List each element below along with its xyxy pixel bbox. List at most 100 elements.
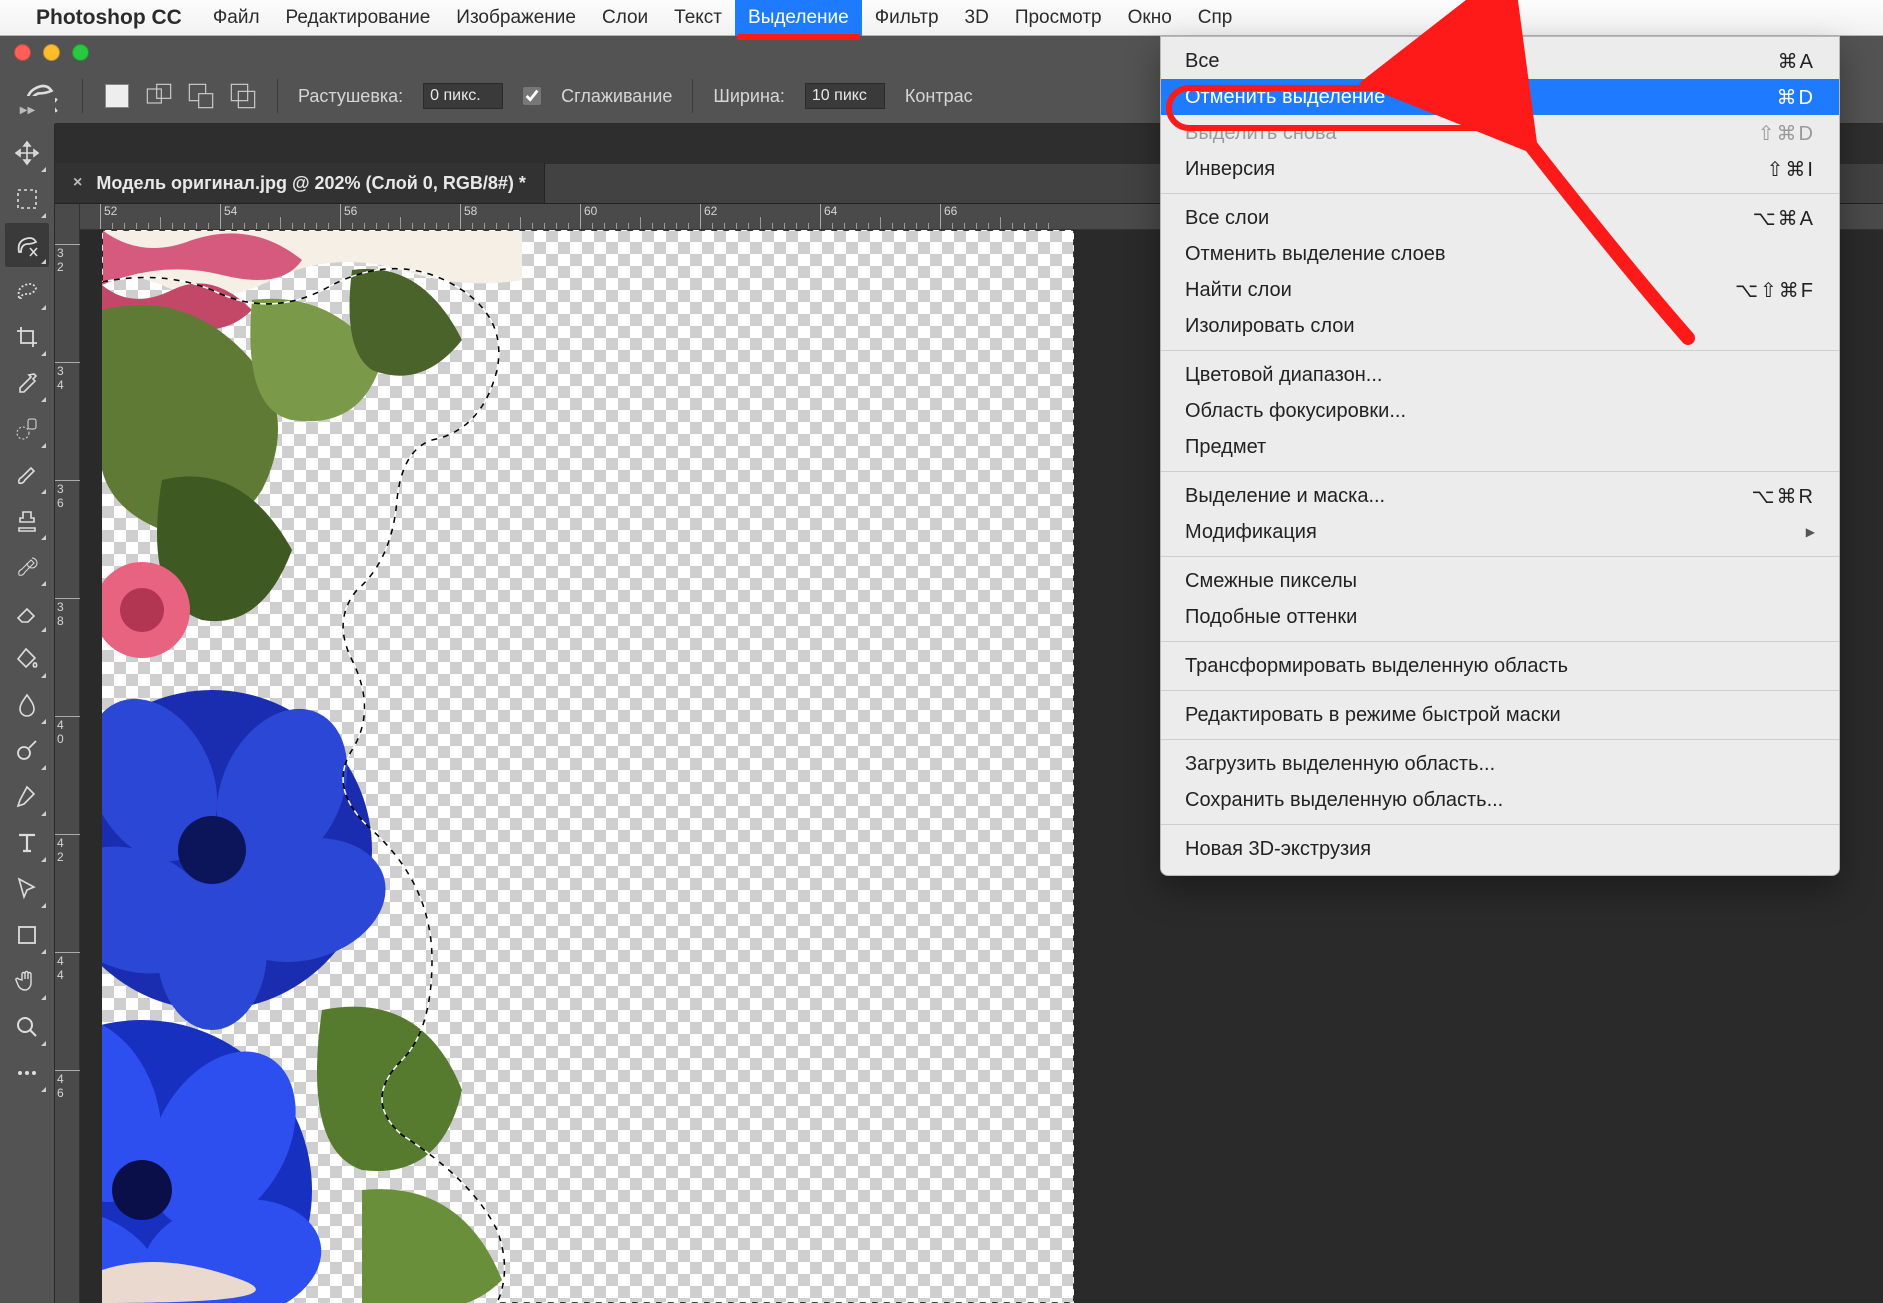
menuitem-инверсия[interactable]: Инверсия⇧⌘I: [1161, 151, 1839, 187]
ruler-tick: 44: [55, 952, 80, 953]
ruler-tick: 62: [700, 204, 701, 230]
subtract-selection-icon[interactable]: [187, 82, 215, 110]
mac-menubar[interactable]: Photoshop CC ФайлРедактированиеИзображен…: [0, 0, 1883, 36]
menuitem-label: Выделить снова: [1185, 122, 1337, 145]
selection-menu-dropdown[interactable]: Все⌘A Отменить выделение ⌘D Выделить снова⇧…: [1160, 36, 1840, 876]
spot-heal-tool[interactable]: [5, 407, 49, 451]
path-select-tool[interactable]: [5, 867, 49, 911]
minimize-window-button[interactable]: [43, 44, 60, 61]
paint-bucket-tool[interactable]: [5, 637, 49, 681]
menuitem-отменить-выделение-слоев[interactable]: Отменить выделение слоев: [1161, 236, 1839, 272]
new-selection-icon[interactable]: [103, 82, 131, 110]
ruler-tick: 34: [55, 362, 80, 363]
menuitem-label: Новая 3D-экструзия: [1185, 838, 1371, 861]
close-tab-icon[interactable]: ×: [73, 174, 82, 192]
menuitem-подобные-оттенки[interactable]: Подобные оттенки: [1161, 599, 1839, 635]
menuitem-label: Предмет: [1185, 436, 1266, 459]
menuitem-label: Отменить выделение слоев: [1185, 243, 1446, 266]
menu-слои[interactable]: Слои: [589, 0, 661, 36]
document-tab[interactable]: × Модель оригинал.jpg @ 202% (Слой 0, RG…: [55, 163, 545, 203]
menu-изображение[interactable]: Изображение: [443, 0, 589, 36]
marquee-tool[interactable]: [5, 177, 49, 221]
menuitem-все-слои[interactable]: Все слои⌥⌘A: [1161, 200, 1839, 236]
menuitem-shortcut: ⌥⌘R: [1752, 484, 1816, 509]
menuitem-трансформировать-выделенную-область[interactable]: Трансформировать выделенную область: [1161, 648, 1839, 684]
lasso-tool[interactable]: [5, 269, 49, 313]
menu-separator: [1161, 350, 1839, 351]
menuitem-новая-3d-экструзия[interactable]: Новая 3D-экструзия: [1161, 831, 1839, 867]
menuitem-область-фокусировки-[interactable]: Область фокусировки...: [1161, 393, 1839, 429]
menuitem-смежные-пикселы[interactable]: Смежные пикселы: [1161, 563, 1839, 599]
menuitem-label: Область фокусировки...: [1185, 400, 1406, 423]
menuitem-цветовой-диапазон-[interactable]: Цветовой диапазон...: [1161, 357, 1839, 393]
stamp-tool[interactable]: [5, 499, 49, 543]
crop-tool[interactable]: [5, 315, 49, 359]
feather-label: Растушевка:: [298, 86, 403, 107]
zoom-window-button[interactable]: [72, 44, 89, 61]
menu-3d[interactable]: 3D: [952, 0, 1002, 36]
menu-спр[interactable]: Спр: [1185, 0, 1246, 36]
menuitem-shortcut: ⌘A: [1778, 49, 1815, 74]
vertical-ruler[interactable]: 3234363840424446: [55, 204, 80, 1303]
menuitem-label: Модификация: [1185, 521, 1317, 544]
menuitem-предмет[interactable]: Предмет: [1161, 429, 1839, 465]
antialias-label: Сглаживание: [561, 86, 672, 107]
type-tool[interactable]: [5, 821, 49, 865]
shape-tool[interactable]: [5, 913, 49, 957]
document-title: Модель оригинал.jpg @ 202% (Слой 0, RGB/…: [96, 173, 526, 194]
menuitem-отменить-выделение[interactable]: Отменить выделение ⌘D: [1161, 79, 1839, 115]
eraser-tool[interactable]: [5, 591, 49, 635]
hand-tool[interactable]: [5, 959, 49, 1003]
history-brush-tool[interactable]: [5, 545, 49, 589]
menuitem-все[interactable]: Все⌘A: [1161, 43, 1839, 79]
menuitem-label: Отменить выделение: [1185, 86, 1385, 109]
menu-separator: [1161, 193, 1839, 194]
document-canvas[interactable]: [102, 230, 1074, 1303]
app-name[interactable]: Photoshop CC: [36, 6, 182, 30]
menu-текст[interactable]: Текст: [661, 0, 735, 36]
antialias-checkbox[interactable]: [523, 87, 541, 105]
menuitem-модификация[interactable]: Модификация: [1161, 514, 1839, 550]
pen-tool[interactable]: [5, 775, 49, 819]
menu-окно[interactable]: Окно: [1115, 0, 1185, 36]
ruler-tick: 52: [100, 204, 101, 230]
menuitem-редактировать-в-режиме-быстрой-маски[interactable]: Редактировать в режиме быстрой маски: [1161, 697, 1839, 733]
width-input[interactable]: [805, 83, 885, 109]
menuitem-сохранить-выделенную-область-[interactable]: Сохранить выделенную область...: [1161, 782, 1839, 818]
menuitem-label: Подобные оттенки: [1185, 606, 1357, 629]
magnetic-lasso-tool[interactable]: [5, 223, 49, 267]
brush-tool[interactable]: [5, 453, 49, 497]
feather-input[interactable]: [423, 83, 503, 109]
selection-mode-group: [103, 82, 257, 110]
menu-просмотр[interactable]: Просмотр: [1002, 0, 1115, 36]
width-label: Ширина:: [713, 86, 785, 107]
ruler-tick: 54: [220, 204, 221, 230]
contrast-label: Контрас: [905, 86, 973, 107]
ruler-tick: 36: [55, 480, 80, 481]
menuitem-выделить-снова: Выделить снова⇧⌘D: [1161, 115, 1839, 151]
menu-файл[interactable]: Файл: [200, 0, 273, 36]
menuitem-загрузить-выделенную-область-[interactable]: Загрузить выделенную область...: [1161, 746, 1839, 782]
ruler-tick: 60: [580, 204, 581, 230]
intersect-selection-icon[interactable]: [229, 82, 257, 110]
blur-tool[interactable]: [5, 683, 49, 727]
dodge-tool[interactable]: [5, 729, 49, 773]
eyedropper-tool[interactable]: [5, 361, 49, 405]
close-window-button[interactable]: [14, 44, 31, 61]
move-tool[interactable]: [5, 131, 49, 175]
menuitem-выделение-и-маска-[interactable]: Выделение и маска...⌥⌘R: [1161, 478, 1839, 514]
menu-выделение[interactable]: Выделение: [735, 0, 862, 36]
menuitem-изолировать-слои[interactable]: Изолировать слои: [1161, 308, 1839, 344]
menuitem-label: Редактировать в режиме быстрой маски: [1185, 704, 1561, 727]
menuitem-label: Сохранить выделенную область...: [1185, 789, 1503, 812]
menu-фильтр[interactable]: Фильтр: [862, 0, 952, 36]
menu-редактирование[interactable]: Редактирование: [273, 0, 444, 36]
menuitem-shortcut: ⌘D: [1777, 85, 1815, 110]
more-tool[interactable]: [5, 1051, 49, 1095]
menuitem-найти-слои[interactable]: Найти слои⌥⇧⌘F: [1161, 272, 1839, 308]
menuitem-label: Все слои: [1185, 207, 1269, 230]
menuitem-label: Найти слои: [1185, 279, 1292, 302]
expand-tools-icon[interactable]: ▶▶: [0, 96, 55, 124]
add-selection-icon[interactable]: [145, 82, 173, 110]
zoom-tool[interactable]: [5, 1005, 49, 1049]
